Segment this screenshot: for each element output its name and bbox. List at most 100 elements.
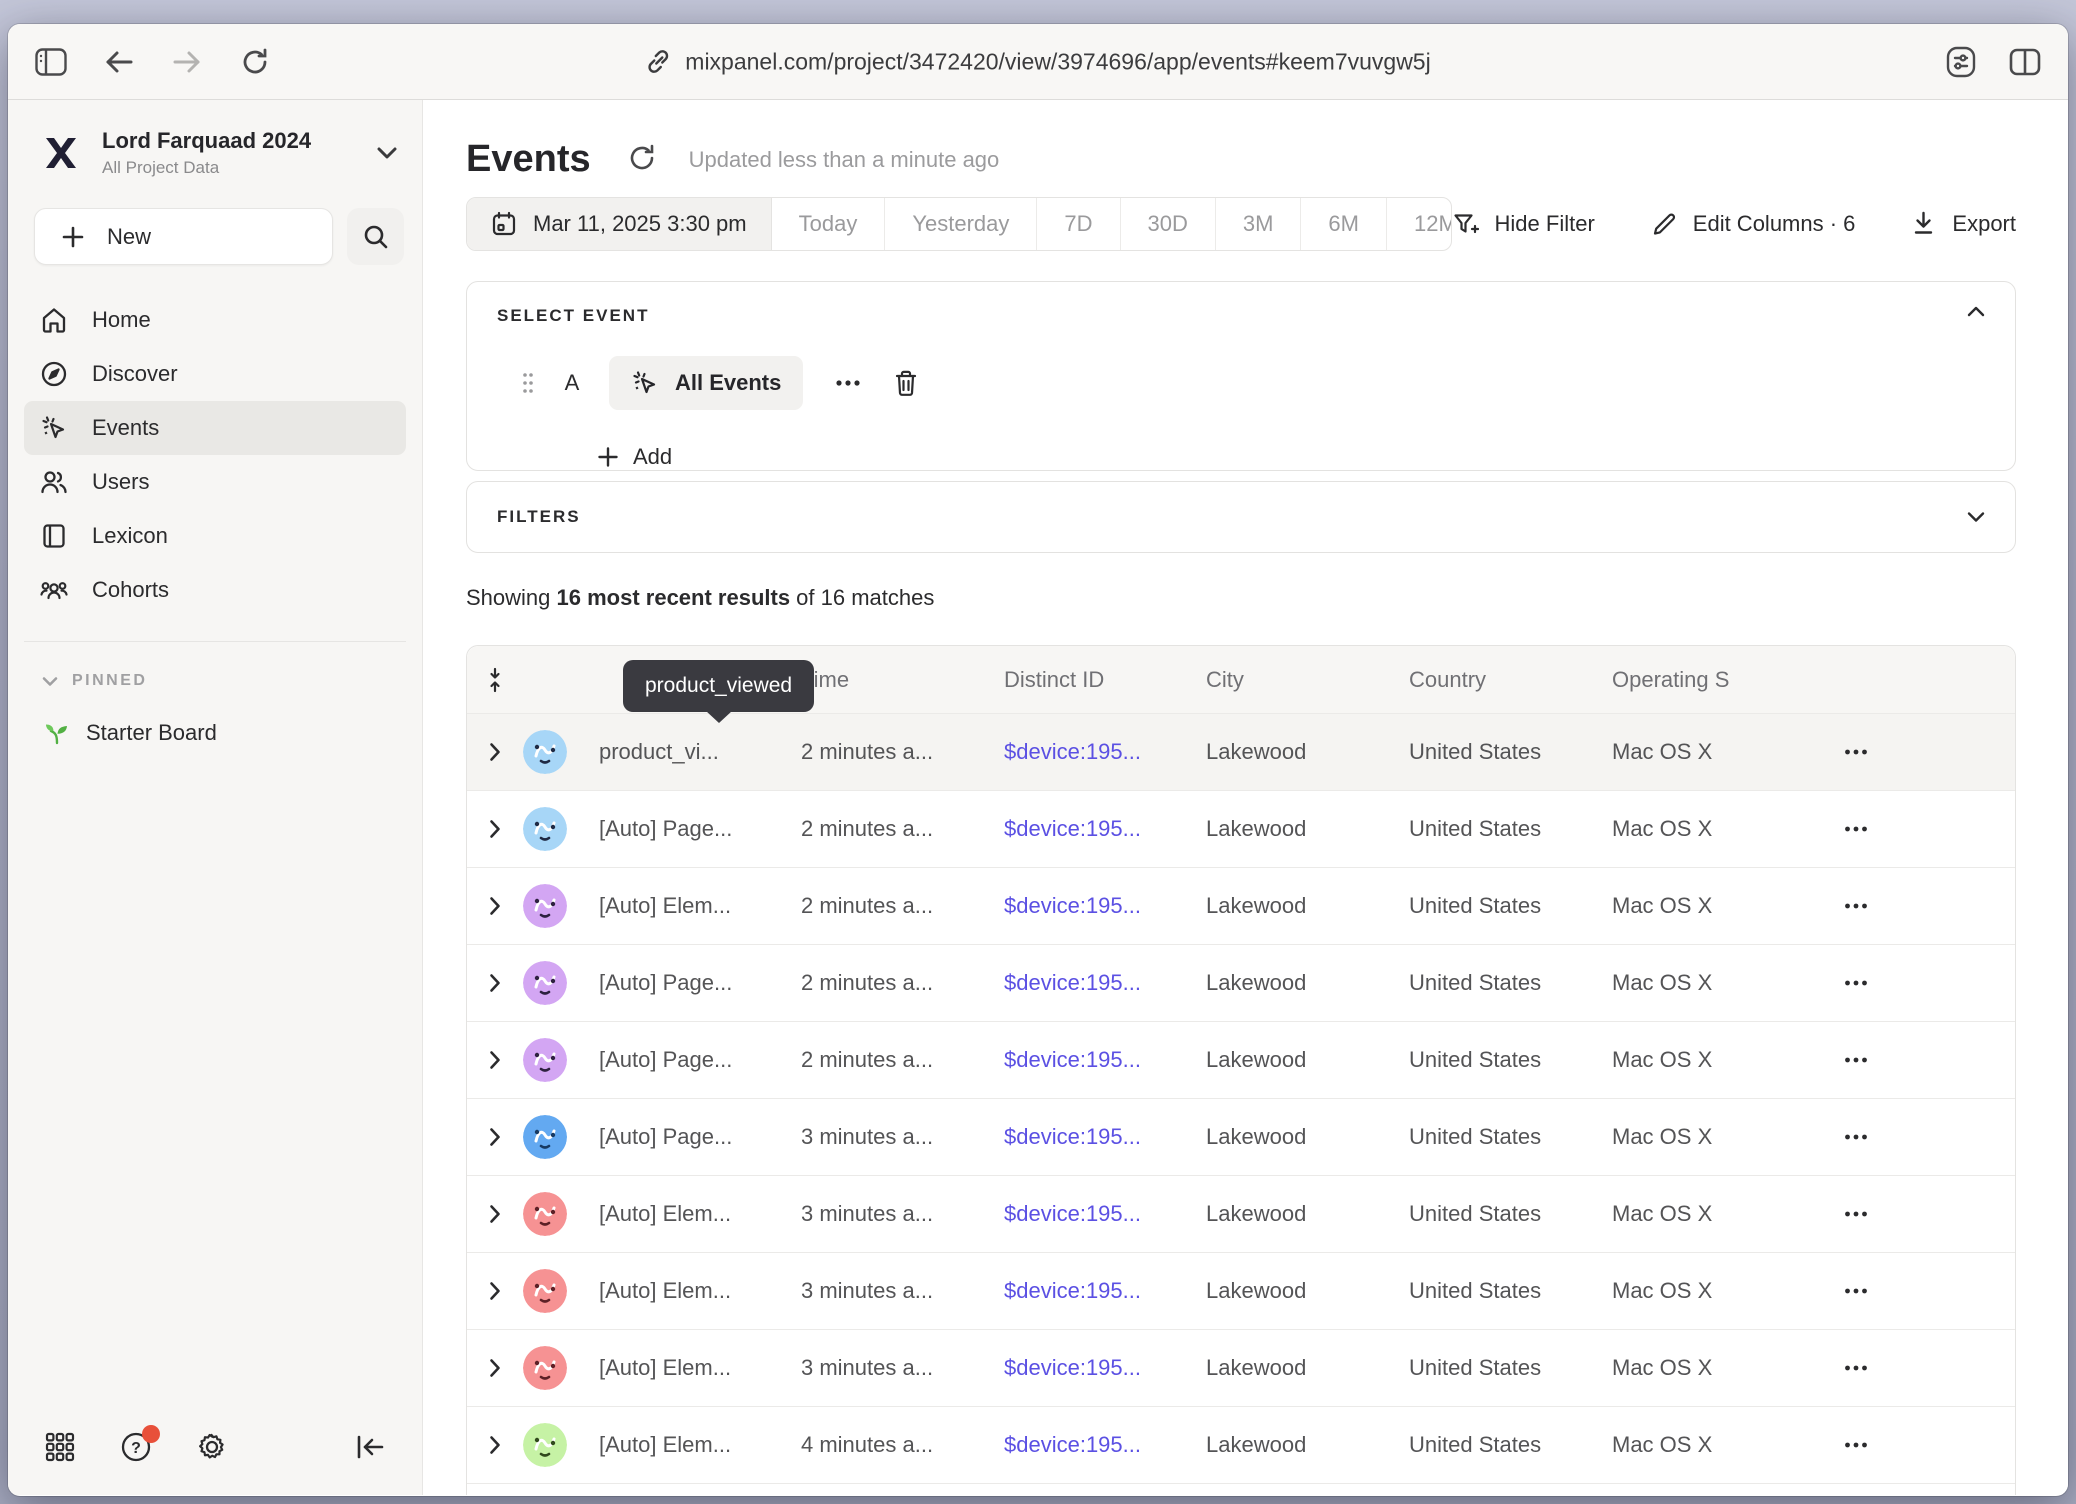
row-expand-icon[interactable] [489, 1435, 501, 1455]
range-3m[interactable]: 3M [1216, 198, 1302, 250]
sidebar-item-home[interactable]: Home [24, 293, 406, 347]
range-6m[interactable]: 6M [1301, 198, 1387, 250]
event-selector-chip[interactable]: All Events [609, 356, 803, 410]
notification-dot [142, 1425, 160, 1443]
table-row[interactable]: [Auto] Elem... 2 minutes a... $device:19… [467, 867, 2015, 944]
column-header-country[interactable]: Country [1409, 667, 1612, 693]
chevron-down-icon[interactable] [1967, 512, 1985, 523]
export-icon [1911, 211, 1936, 237]
hide-filter-button[interactable]: Hide Filter [1452, 211, 1595, 238]
table-row[interactable]: [Auto] Page... 2 minutes a... $device:19… [467, 790, 2015, 867]
time-cell: 4 minutes a... [801, 1432, 1004, 1458]
table-row[interactable]: [Auto] Page... 2 minutes a... $device:19… [467, 1021, 2015, 1098]
row-actions-button[interactable] [1836, 1210, 1868, 1218]
sidebar-item-events[interactable]: Events [24, 401, 406, 455]
date-picker-button[interactable]: Mar 11, 2025 3:30 pm [467, 198, 772, 250]
sidebar-item-label: Home [92, 307, 151, 333]
sidebar-item-cohorts[interactable]: Cohorts [24, 563, 406, 617]
sidebar-item-users[interactable]: Users [24, 455, 406, 509]
drag-handle-icon[interactable] [521, 371, 535, 395]
project-switcher[interactable]: Lord Farquaad 2024 All Project Data [8, 100, 422, 178]
add-event-button[interactable]: Add [597, 444, 672, 470]
events-icon [631, 369, 659, 397]
back-icon[interactable] [102, 45, 136, 79]
pinned-section-toggle[interactable]: PINNED [8, 642, 422, 690]
table-row[interactable]: [Auto] Page... 2 minutes a... $device:19… [467, 944, 2015, 1021]
distinct-id-link[interactable]: $device:195... [1004, 816, 1206, 842]
row-expand-icon[interactable] [489, 1204, 501, 1224]
table-row[interactable]: [Auto] Elem... 3 minutes a... $device:19… [467, 1175, 2015, 1252]
distinct-id-link[interactable]: $device:195... [1004, 739, 1206, 765]
sort-icon[interactable] [486, 667, 504, 693]
row-actions-button[interactable] [1836, 979, 1868, 987]
distinct-id-link[interactable]: $device:195... [1004, 1124, 1206, 1150]
events-icon [40, 414, 68, 442]
range-today[interactable]: Today [772, 198, 886, 250]
os-cell: Mac OS X [1612, 1355, 1836, 1381]
row-actions-button[interactable] [1836, 748, 1868, 756]
sidebar-item-starter-board[interactable]: Starter Board [8, 690, 422, 746]
apps-grid-icon[interactable] [42, 1429, 78, 1465]
distinct-id-link[interactable]: $device:195... [1004, 1355, 1206, 1381]
collapse-sidebar-icon[interactable] [352, 1429, 388, 1465]
column-header-city[interactable]: City [1206, 667, 1409, 693]
split-view-icon[interactable] [2008, 45, 2042, 79]
trash-icon[interactable] [893, 369, 919, 397]
edit-columns-button[interactable]: Edit Columns · 6 [1651, 211, 1856, 237]
os-cell: Mac OS X [1612, 816, 1836, 842]
row-expand-icon[interactable] [489, 819, 501, 839]
distinct-id-link[interactable]: $device:195... [1004, 970, 1206, 996]
export-button[interactable]: Export [1911, 211, 2016, 237]
row-actions-button[interactable] [1836, 1056, 1868, 1064]
table-row[interactable]: [Auto] Elem... 3 minutes a... $device:19… [467, 1252, 2015, 1329]
distinct-id-link[interactable]: $device:195... [1004, 893, 1206, 919]
range-12m[interactable]: 12M [1387, 198, 1452, 250]
table-row[interactable]: [Auto] Page... 3 minutes a... $device:19… [467, 1098, 2015, 1175]
ellipsis-icon[interactable] [829, 379, 867, 387]
sidebar-toggle-icon[interactable] [34, 45, 68, 79]
reload-icon[interactable] [238, 45, 272, 79]
row-actions-button[interactable] [1836, 825, 1868, 833]
row-expand-icon[interactable] [489, 1358, 501, 1378]
gear-icon[interactable] [194, 1429, 230, 1465]
range-7d[interactable]: 7D [1037, 198, 1120, 250]
distinct-id-link[interactable]: $device:195... [1004, 1432, 1206, 1458]
table-row[interactable]: product_vi... 2 minutes a... $device:195… [467, 713, 2015, 790]
row-actions-button[interactable] [1836, 1364, 1868, 1372]
range-30d[interactable]: 30D [1121, 198, 1216, 250]
page-settings-icon[interactable] [1944, 45, 1978, 79]
row-expand-icon[interactable] [489, 742, 501, 762]
distinct-id-link[interactable]: $device:195... [1004, 1047, 1206, 1073]
row-actions-button[interactable] [1836, 1441, 1868, 1449]
row-actions-button[interactable] [1836, 902, 1868, 910]
table-row[interactable] [467, 1483, 2015, 1495]
table-row[interactable]: [Auto] Elem... 4 minutes a... $device:19… [467, 1406, 2015, 1483]
filters-card: FILTERS [466, 481, 2016, 553]
range-yesterday[interactable]: Yesterday [885, 198, 1037, 250]
city-cell: Lakewood [1206, 816, 1409, 842]
row-actions-button[interactable] [1836, 1287, 1868, 1295]
row-actions-button[interactable] [1836, 1133, 1868, 1141]
column-header-os[interactable]: Operating S [1612, 667, 1836, 693]
address-bar[interactable]: mixpanel.com/project/3472420/view/397469… [645, 48, 1430, 75]
column-header-distinct-id[interactable]: Distinct ID [1004, 667, 1206, 693]
search-button[interactable] [347, 208, 404, 265]
column-header-time[interactable]: Time [801, 667, 1004, 693]
chevron-up-icon[interactable] [1967, 306, 1985, 317]
distinct-id-link[interactable]: $device:195... [1004, 1201, 1206, 1227]
refresh-icon[interactable] [627, 143, 661, 177]
row-expand-icon[interactable] [489, 973, 501, 993]
help-icon[interactable]: ? [118, 1429, 154, 1465]
row-expand-icon[interactable] [489, 1127, 501, 1147]
row-expand-icon[interactable] [489, 1281, 501, 1301]
forward-icon[interactable] [170, 45, 204, 79]
new-button[interactable]: New [34, 208, 333, 265]
sidebar-item-lexicon[interactable]: Lexicon [24, 509, 406, 563]
table-body: product_vi... 2 minutes a... $device:195… [467, 713, 2015, 1495]
sidebar-item-discover[interactable]: Discover [24, 347, 406, 401]
distinct-id-link[interactable]: $device:195... [1004, 1278, 1206, 1304]
country-cell: United States [1409, 893, 1612, 919]
row-expand-icon[interactable] [489, 1050, 501, 1070]
row-expand-icon[interactable] [489, 896, 501, 916]
table-row[interactable]: [Auto] Elem... 3 minutes a... $device:19… [467, 1329, 2015, 1406]
